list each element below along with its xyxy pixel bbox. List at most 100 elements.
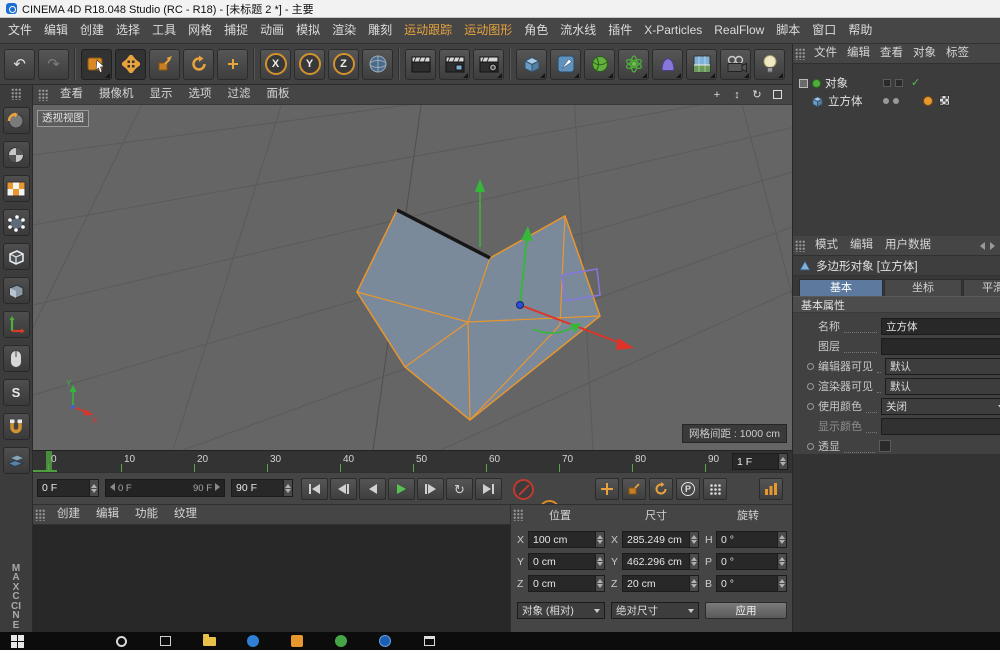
green-app-button[interactable] — [334, 634, 348, 648]
menu-create[interactable]: 创建 — [74, 18, 110, 43]
menu-plugins[interactable]: 插件 — [602, 18, 638, 43]
key-position-toggle[interactable] — [595, 478, 619, 500]
loop-mode-button[interactable]: ↻ — [446, 478, 473, 500]
menu-pipeline[interactable]: 流水线 — [554, 18, 602, 43]
menu-script[interactable]: 脚本 — [770, 18, 806, 43]
lock-z-button[interactable]: Z — [328, 49, 359, 80]
pan-view-icon[interactable]: + — [709, 87, 725, 102]
keyframe-circle-icon[interactable] — [807, 443, 814, 450]
tab-basic[interactable]: 基本 — [799, 279, 883, 296]
polygons-mode-button[interactable] — [3, 277, 30, 304]
position-z-field[interactable]: 0 cm — [528, 575, 605, 592]
name-field[interactable]: 立方体 — [881, 318, 1000, 335]
primitive-cube-button[interactable] — [516, 49, 547, 80]
axis-mode-button[interactable] — [3, 311, 30, 338]
menu-snap[interactable]: 捕捉 — [218, 18, 254, 43]
keyframe-selection-button[interactable] — [759, 478, 783, 500]
material-menu-function[interactable]: 功能 — [127, 505, 166, 524]
spinner[interactable] — [595, 576, 604, 591]
key-pla-toggle[interactable] — [703, 478, 727, 500]
menu-xparticles[interactable]: X-Particles — [638, 18, 708, 43]
viewport-canvas[interactable]: Y X — [33, 105, 792, 450]
viewport-menu-filter[interactable]: 过滤 — [220, 85, 259, 104]
material-menu-create[interactable]: 创建 — [49, 505, 88, 524]
end-frame-spinner[interactable] — [283, 480, 292, 496]
lock-y-button[interactable]: Y — [294, 49, 325, 80]
apply-button[interactable]: 应用 — [705, 602, 787, 619]
material-menu-texture[interactable]: 纹理 — [166, 505, 205, 524]
start-frame-spinner[interactable] — [89, 480, 98, 496]
viewport-menu-options[interactable]: 选项 — [181, 85, 220, 104]
display-color-swatch[interactable] — [881, 418, 1000, 435]
move-button[interactable] — [115, 49, 146, 80]
menu-character[interactable]: 角色 — [518, 18, 554, 43]
current-frame-field[interactable]: 1 F — [732, 453, 788, 470]
magnet-snap-button[interactable] — [3, 413, 30, 440]
cortana-search-button[interactable] — [114, 634, 128, 648]
phong-tag-icon[interactable] — [923, 96, 933, 106]
tab-coordinates[interactable]: 坐标 — [884, 279, 962, 296]
spinner[interactable] — [595, 554, 604, 569]
object-mode-dropdown[interactable]: 对象 (相对) — [517, 602, 605, 619]
editor-visibility-dropdown[interactable]: 默认 — [885, 358, 1000, 375]
am-menu-userdata[interactable]: 用户数据 — [879, 236, 937, 255]
om-menu-edit[interactable]: 编辑 — [842, 44, 875, 63]
render-visibility-dot[interactable] — [893, 98, 899, 104]
c4d-taskbar-button[interactable] — [290, 634, 304, 648]
environment-button[interactable] — [686, 49, 717, 80]
history-back-icon[interactable] — [980, 242, 985, 250]
coordinates-grip-icon[interactable] — [513, 509, 523, 521]
viewport-menu-view[interactable]: 查看 — [52, 85, 91, 104]
size-y-field[interactable]: 462.296 cm — [622, 553, 699, 570]
om-menu-objects[interactable]: 对象 — [908, 44, 941, 63]
spinner[interactable] — [689, 532, 698, 547]
subdivision-surface-button[interactable] — [584, 49, 615, 80]
size-x-field[interactable]: 285.249 cm — [622, 531, 699, 548]
menu-motion-tracker[interactable]: 运动跟踪 — [398, 18, 458, 43]
menu-mesh[interactable]: 网格 — [182, 18, 218, 43]
menu-simulate[interactable]: 模拟 — [290, 18, 326, 43]
deformers-button[interactable] — [652, 49, 683, 80]
active-window-button[interactable] — [422, 634, 436, 648]
scale-button[interactable] — [149, 49, 180, 80]
viewport-grip-icon[interactable] — [38, 89, 48, 101]
menu-edit[interactable]: 编辑 — [38, 18, 74, 43]
use-color-dropdown[interactable]: 关闭 — [881, 398, 1000, 415]
render-picture-viewer-button[interactable] — [439, 49, 470, 80]
polygon-object[interactable] — [357, 210, 600, 420]
light-button[interactable] — [754, 49, 785, 80]
window-titlebar[interactable]: CINEMA 4D R18.048 Studio (RC - R18) - [未… — [0, 0, 1000, 18]
visibility-toggle[interactable] — [883, 79, 891, 87]
am-menu-mode[interactable]: 模式 — [809, 236, 844, 255]
play-backward-button[interactable] — [359, 478, 386, 500]
keyframe-circle-icon[interactable] — [807, 403, 814, 410]
keyframe-circle-icon[interactable] — [807, 363, 814, 370]
key-parameter-toggle[interactable]: P — [676, 478, 700, 500]
edges-mode-button[interactable] — [3, 243, 30, 270]
rotate-view-icon[interactable]: ↻ — [749, 87, 765, 102]
spinner[interactable] — [689, 554, 698, 569]
live-selection-button[interactable] — [81, 49, 112, 80]
redo-button[interactable]: ↷ — [38, 49, 69, 80]
frame-spinner[interactable] — [778, 454, 787, 469]
timeline-ruler[interactable]: 0 10 20 30 40 50 60 70 80 90 1 F — [33, 450, 792, 472]
spinner[interactable] — [689, 576, 698, 591]
menu-realflow[interactable]: RealFlow — [708, 18, 770, 43]
menu-select[interactable]: 选择 — [110, 18, 146, 43]
lock-x-button[interactable]: X — [260, 49, 291, 80]
task-view-button[interactable] — [158, 634, 172, 648]
size-mode-dropdown[interactable]: 绝对尺寸 — [611, 602, 699, 619]
texture-tag-icon[interactable] — [939, 95, 950, 106]
visibility-toggle[interactable] — [895, 79, 903, 87]
points-mode-button[interactable] — [3, 209, 30, 236]
frame-range-slider[interactable]: 0 F 90 F — [105, 479, 225, 497]
spinner[interactable] — [595, 532, 604, 547]
next-frame-button[interactable] — [417, 478, 444, 500]
record-active-objects-button[interactable] — [513, 479, 534, 500]
rotation-p-field[interactable]: 0 ° — [716, 553, 787, 570]
attribute-manager-grip-icon[interactable] — [795, 240, 805, 252]
menu-tools[interactable]: 工具 — [146, 18, 182, 43]
layer-square-icon[interactable] — [799, 79, 808, 88]
rotate-button[interactable] — [183, 49, 214, 80]
viewport-menu-panel[interactable]: 面板 — [259, 85, 298, 104]
